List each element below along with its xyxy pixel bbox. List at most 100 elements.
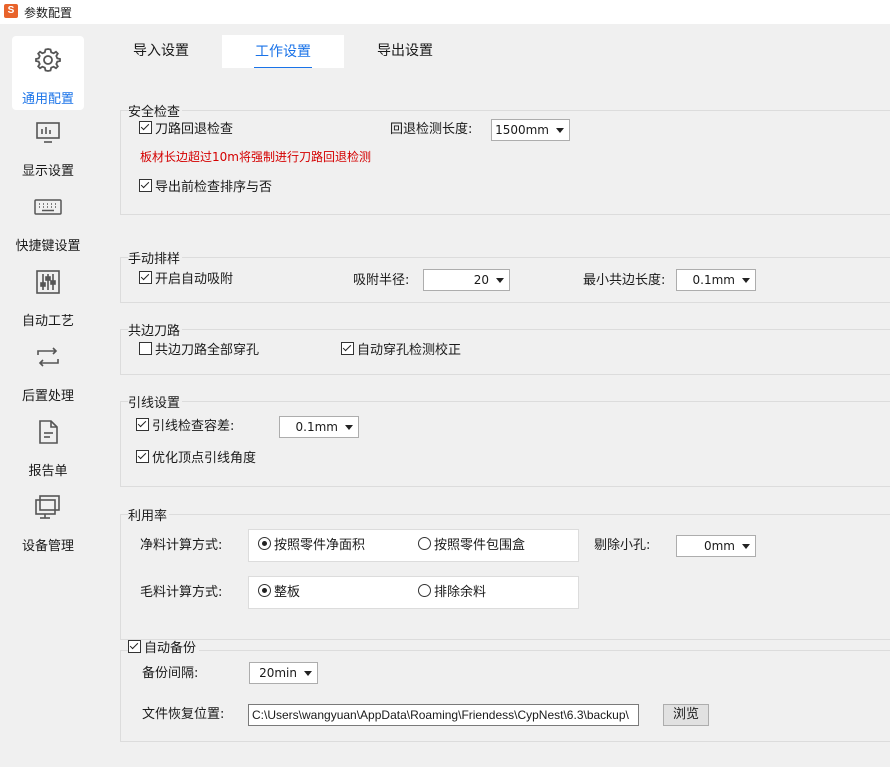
common-edge-pierce-all-checkbox[interactable]: 共边刀路全部穿孔: [139, 342, 259, 360]
radio-label: 按照零件净面积: [274, 538, 366, 553]
document-icon: [39, 420, 58, 444]
desktop-icon: [35, 495, 60, 519]
chevron-down-icon: [345, 425, 353, 430]
radio-dot: [258, 584, 271, 597]
sidebar-item-label: 快捷键设置: [15, 239, 81, 254]
work-settings-panel: 安全检查 刀路回退检查 回退检测长度: 1500mm 板材长边超过10m将强制进…: [100, 68, 890, 767]
tab-work-settings[interactable]: 工作设置: [222, 35, 344, 69]
checkbox-label: 刀路回退检查: [155, 122, 234, 137]
backoff-length-label: 回退检测长度:: [390, 122, 473, 137]
group-title: 手动排样: [128, 248, 183, 267]
checkbox-label: 开启自动吸附: [155, 272, 234, 287]
chevron-down-icon: [304, 671, 312, 676]
auto-backup-checkbox[interactable]: 自动备份: [128, 640, 200, 658]
leadin-tolerance-checkbox[interactable]: 引线检查容差:: [136, 418, 234, 436]
backoff-warning-text: 板材长边超过10m将强制进行刀路回退检测: [140, 150, 371, 164]
export-sort-check-checkbox[interactable]: 导出前检查排序与否: [139, 179, 272, 197]
tab-label: 导入设置: [133, 43, 189, 59]
sidebar-item-label: 后置处理: [21, 389, 74, 404]
radio-label: 按照零件包围盒: [434, 538, 526, 553]
chevron-down-icon: [742, 278, 750, 283]
tab-label: 工作设置: [255, 44, 311, 60]
sidebar-item-device-management[interactable]: 设备管理: [0, 493, 100, 565]
tab-import-settings[interactable]: 导入设置: [100, 34, 222, 68]
checkbox-label: 自动备份: [144, 641, 197, 656]
auto-pierce-check-checkbox[interactable]: 自动穿孔检测校正: [341, 342, 461, 360]
select-value: 0.1mm: [295, 420, 338, 434]
min-common-edge-select[interactable]: 0.1mm: [676, 269, 756, 291]
radio-label: 排除余料: [434, 585, 487, 600]
sidebar-item-label: 报告单: [28, 464, 68, 479]
app-logo-icon: S: [4, 4, 18, 18]
gear-icon: [35, 48, 61, 72]
sliders-icon: [36, 270, 60, 294]
leadin-settings-group: [120, 401, 890, 487]
select-value: 0.1mm: [692, 273, 735, 287]
gross-calc-label: 毛料计算方式:: [140, 585, 223, 600]
backup-interval-label: 备份间隔:: [142, 666, 199, 681]
restore-location-field[interactable]: C:\Users\wangyuan\AppData\Roaming\Friend…: [248, 704, 639, 726]
checkbox-box: [341, 342, 354, 355]
browse-button[interactable]: 浏览: [663, 704, 709, 726]
gross-calc-exclude-remnant-radio[interactable]: 排除余料: [418, 584, 486, 602]
sidebar-item-label: 自动工艺: [21, 314, 74, 329]
sidebar-item-general[interactable]: 通用配置: [0, 24, 100, 110]
select-value: 20min: [259, 666, 297, 680]
select-value: 20: [473, 273, 489, 287]
chevron-down-icon: [556, 128, 564, 133]
sidebar-item-report[interactable]: 报告单: [0, 418, 100, 490]
radio-dot: [418, 537, 431, 550]
tab-export-settings[interactable]: 导出设置: [344, 34, 466, 68]
radio-dot: [418, 584, 431, 597]
keyboard-icon: [34, 199, 62, 215]
sidebar-item-shortcuts[interactable]: 快捷键设置: [0, 193, 100, 265]
checkbox-label: 导出前检查排序与否: [155, 180, 273, 195]
loop-arrows-icon: [37, 347, 59, 367]
checkbox-box: [139, 271, 152, 284]
remove-small-holes-select[interactable]: 0mm: [676, 535, 756, 557]
checkbox-label: 共边刀路全部穿孔: [155, 343, 260, 358]
group-title: 安全检查: [128, 101, 183, 120]
sidebar-item-post-processing[interactable]: 后置处理: [0, 343, 100, 415]
checkbox-label: 优化顶点引线角度: [152, 451, 257, 466]
sidebar-item-label: 通用配置: [21, 92, 74, 107]
checkbox-label: 引线检查容差:: [152, 419, 235, 434]
sidebar-item-auto-process[interactable]: 自动工艺: [0, 268, 100, 340]
gross-calc-whole-sheet-radio[interactable]: 整板: [258, 584, 300, 602]
checkbox-box: [136, 418, 149, 431]
radio-dot: [258, 537, 271, 550]
tab-bar: 导入设置 工作设置 导出设置: [100, 24, 890, 69]
radio-label: 整板: [274, 585, 301, 600]
auto-snap-checkbox[interactable]: 开启自动吸附: [139, 271, 233, 289]
checkbox-box: [128, 640, 141, 653]
sidebar-item-label: 设备管理: [21, 539, 74, 554]
backoff-check-checkbox[interactable]: 刀路回退检查: [139, 121, 233, 139]
sidebar-item-label: 显示设置: [21, 164, 74, 179]
min-common-edge-label: 最小共边长度:: [583, 273, 666, 288]
sidebar-item-display[interactable]: 显示设置: [0, 118, 100, 190]
group-title: 共边刀路: [128, 320, 183, 339]
snap-radius-select[interactable]: 20: [423, 269, 510, 291]
remove-small-holes-label: 剔除小孔:: [594, 538, 651, 553]
optimize-vertex-leadin-checkbox[interactable]: 优化顶点引线角度: [136, 450, 256, 468]
backoff-length-select[interactable]: 1500mm: [491, 119, 570, 141]
checkbox-label: 自动穿孔检测校正: [357, 343, 462, 358]
group-title: 利用率: [128, 505, 170, 524]
restore-location-label: 文件恢复位置:: [142, 707, 225, 722]
checkbox-box: [136, 450, 149, 463]
checkbox-box: [139, 179, 152, 192]
chevron-down-icon: [496, 278, 504, 283]
leadin-tolerance-select[interactable]: 0.1mm: [279, 416, 359, 438]
net-calc-net-area-radio[interactable]: 按照零件净面积: [258, 537, 365, 555]
net-calc-label: 净料计算方式:: [140, 538, 223, 553]
auto-backup-group: [120, 650, 890, 742]
backup-interval-select[interactable]: 20min: [249, 662, 318, 684]
snap-radius-label: 吸附半径:: [353, 273, 410, 288]
net-calc-bounding-box-radio[interactable]: 按照零件包围盒: [418, 537, 525, 555]
chevron-down-icon: [742, 544, 750, 549]
checkbox-box: [139, 342, 152, 355]
sidebar: 通用配置 显示设置 快捷键设置 自动工艺 后置处理 报告单 设备管理: [0, 24, 100, 767]
checkbox-box: [139, 121, 152, 134]
select-value: 0mm: [703, 539, 735, 553]
group-title: 引线设置: [128, 392, 183, 411]
